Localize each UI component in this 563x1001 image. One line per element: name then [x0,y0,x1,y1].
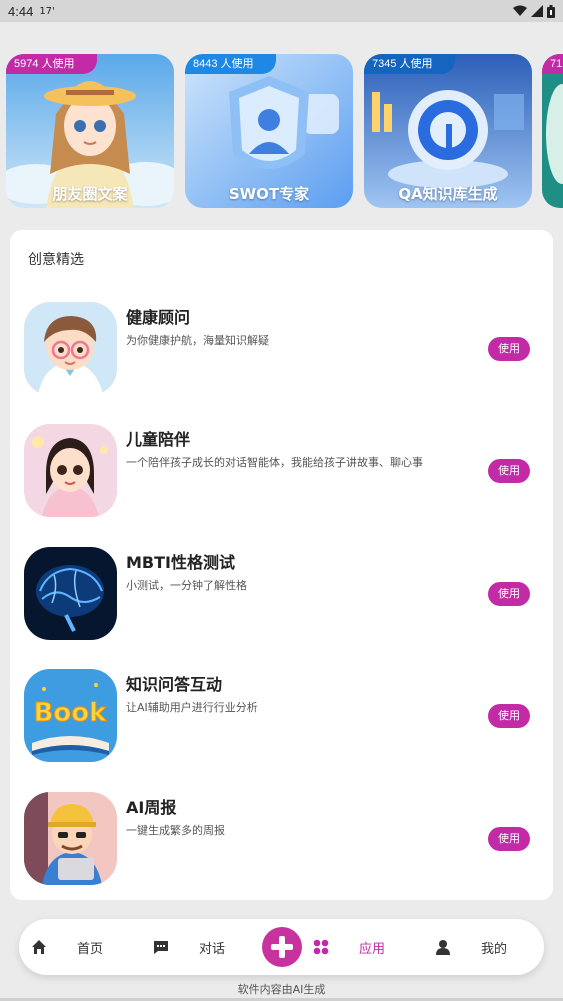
use-button[interactable]: 使用 [488,337,530,361]
list-item-knowledge-qa[interactable]: Book 知识问答互动 让AI辅助用户进行行业分析 使用 [10,669,553,765]
use-button[interactable]: 使用 [488,582,530,606]
user-icon[interactable] [435,939,451,955]
carousel-card-qa-knowledge[interactable]: 7345 人使用 QA知识库生成 [364,54,532,208]
item-name: 儿童陪伴 [126,430,191,449]
mbti-brain-avatar [24,547,117,640]
ai-disclaimer: 软件内容由AI生成 [237,983,326,996]
bottom-nav: 首页 对话 应用 我的 [19,919,544,975]
health-advisor-avatar [24,302,117,395]
nav-home[interactable]: 首页 [77,938,103,957]
battery-icon [547,4,555,18]
use-button[interactable]: 使用 [488,704,530,728]
section-title: 创意精选 [28,252,84,268]
carousel-card-title: SWOT专家 [228,185,310,203]
item-name: 健康顾问 [126,308,191,327]
creative-picks-panel: 创意精选 健康顾问 为你健康护航，海量知识解疑 使用 儿童陪伴 一个陪伴孩子成长… [10,230,553,900]
use-button[interactable]: 使用 [488,459,530,483]
carousel-card-title: QA知识库生成 [398,185,498,203]
nav-chat[interactable]: 对话 [199,938,225,957]
carousel-card-moments-copy[interactable]: 5974 人使用 朋友圈文案 [6,54,174,208]
carousel-card-title: 朋友圈文案 [52,185,128,203]
carousel-card-swot[interactable]: 8443 人使用 SWOT专家 [185,54,353,208]
plus-icon [271,936,293,958]
item-name: MBTI性格测试 [126,553,235,572]
usage-badge: 7345 人使用 [364,54,455,74]
carousel-card-partial[interactable]: 71 [542,54,563,208]
usage-badge: 71 [542,54,563,74]
list-item-child-companion[interactable]: 儿童陪伴 一个陪伴孩子成长的对话智能体，我能给孩子讲故事、聊心事 使用 [10,424,553,520]
item-name: AI周报 [126,798,177,817]
svg-text:Book: Book [34,698,108,728]
nav-apps[interactable]: 应用 [359,938,385,957]
partial-card-illustration [542,54,563,208]
item-description: 小测试，一分钟了解性格 [126,579,247,592]
signal-icon [531,5,543,17]
home-icon[interactable] [31,939,47,955]
status-extra: 17' [39,5,55,17]
list-item-ai-weekly[interactable]: AI周报 一键生成繁多的周报 使用 [10,792,553,888]
usage-badge: 5974 人使用 [6,54,97,74]
item-name: 知识问答互动 [126,675,223,694]
status-icons [513,4,555,18]
use-button[interactable]: 使用 [488,827,530,851]
create-button[interactable] [262,927,302,967]
wifi-icon [513,5,527,16]
child-companion-avatar [24,424,117,517]
item-description: 让AI辅助用户进行行业分析 [126,701,258,714]
item-description: 为你健康护航，海量知识解疑 [126,334,269,347]
ai-weekly-worker-avatar [24,792,117,885]
nav-mine[interactable]: 我的 [481,938,507,957]
item-description: 一键生成繁多的周报 [126,824,225,837]
knowledge-qa-book-avatar: Book [24,669,117,762]
usage-badge: 8443 人使用 [185,54,276,74]
item-description: 一个陪伴孩子成长的对话智能体，我能给孩子讲故事、聊心事 [126,456,423,469]
status-bar: 4:44 17' [0,0,563,22]
list-item-health-advisor[interactable]: 健康顾问 为你健康护航，海量知识解疑 使用 [10,302,553,398]
chat-icon[interactable] [153,939,169,955]
apps-icon[interactable] [313,939,329,955]
list-item-mbti-test[interactable]: MBTI性格测试 小测试，一分钟了解性格 使用 [10,547,553,643]
status-time: 4:44 [8,3,34,19]
featured-carousel[interactable]: 5974 人使用 朋友圈文案 8443 人使用 SWOT专家 7345 人使用 … [0,54,563,208]
